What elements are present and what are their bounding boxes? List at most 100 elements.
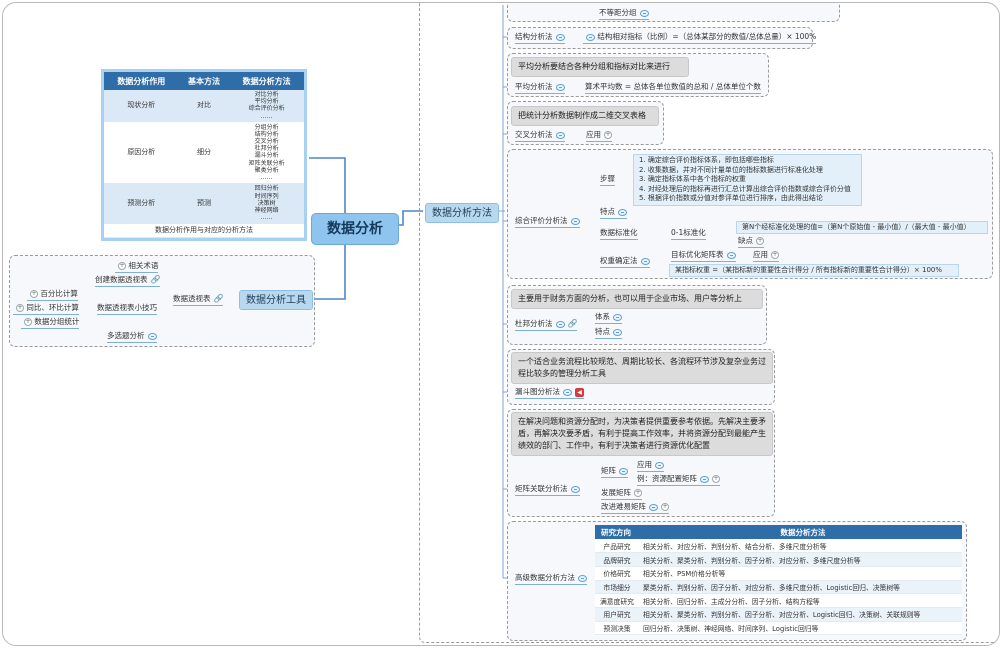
methods-topic[interactable]: 数据分析方法 [425, 203, 499, 223]
table-cell: 市场细分 [595, 580, 639, 595]
expand-icon[interactable]: + [771, 251, 779, 259]
note-icon[interactable] [649, 503, 658, 511]
note-icon[interactable] [613, 313, 622, 321]
note-icon[interactable] [700, 475, 709, 483]
note-icon[interactable] [618, 208, 627, 216]
cross-app-node[interactable]: 应用 + [586, 130, 612, 142]
tools-topic[interactable]: 数据分析工具 [239, 290, 313, 310]
comp-features-node[interactable]: 特点 [600, 207, 627, 219]
link-icon[interactable]: 🔗 [151, 275, 161, 285]
expand-icon[interactable]: + [712, 475, 720, 483]
note-icon[interactable] [570, 217, 580, 225]
percent-calc-node[interactable]: + 百分比计算 [27, 289, 78, 301]
table-cell: 预测分析 [104, 183, 179, 224]
note-icon[interactable] [726, 251, 736, 259]
note-icon[interactable] [655, 461, 664, 469]
goal-matrix-node[interactable]: 目标优化矩阵表 [671, 250, 736, 262]
node-label: 矩阵 [601, 466, 616, 475]
create-pivot-node[interactable]: 创建数据透视表 🔗 [95, 275, 161, 287]
note-icon[interactable] [555, 131, 565, 139]
node-label: 同比、环比计算 [26, 303, 79, 312]
expand-icon[interactable]: + [756, 237, 764, 245]
group-stat-node[interactable]: + 数据分组统计 [21, 317, 80, 329]
funnel-chart-icon[interactable]: ◀ [575, 387, 584, 397]
node-label: 应用 [753, 250, 768, 259]
node-label: 缺点 [738, 236, 753, 245]
expand-icon[interactable]: + [661, 503, 669, 511]
node-label: 应用 [637, 460, 652, 469]
method-item: 回归分析 [254, 185, 279, 193]
note-icon[interactable] [570, 485, 580, 493]
analysis-purpose-table: 数据分析作用 基本方法 数据分析方法 现状分析 对比 对比分析 平均分析 综合评… [101, 69, 307, 241]
expand-icon[interactable]: + [604, 131, 612, 139]
comprehensive-method-node[interactable]: 综合评价分析法 [515, 216, 580, 228]
table-cell: 用户研究 [595, 607, 639, 622]
table-cell: 品牌研究 [595, 552, 639, 567]
table-cell: 相关分析、对应分析、判别分析、结合分析、多维尺度分析等 [639, 539, 962, 554]
node-label: 改进难易矩阵 [601, 502, 646, 511]
matrix-app-node[interactable]: 应用 [637, 460, 664, 472]
node-label: 综合评价分析法 [515, 216, 568, 225]
normalize-node[interactable]: 数据标准化 [600, 228, 638, 240]
formula-text: 某指标权重 =（某指标新的重要性合计得分 / 所有指标新的重要性合计得分）× 1… [675, 266, 943, 274]
funnel-method-node[interactable]: 漏斗图分析法 ◀ [515, 387, 584, 399]
note-icon[interactable] [639, 9, 649, 17]
matrix-method-node[interactable]: 矩阵关联分析法 [515, 484, 580, 496]
zero-one-node[interactable]: 0-1标准化 [671, 228, 706, 240]
advanced-method-node[interactable]: 高级数据分析方法 [515, 573, 587, 585]
dupont-system-node[interactable]: 体系 [595, 312, 622, 324]
table-cell: 预测 [178, 183, 230, 224]
dev-matrix-node[interactable]: 发展矩阵 + [601, 488, 642, 500]
drawback-node[interactable]: 缺点 + [738, 236, 764, 248]
central-topic[interactable]: 数据分析 [311, 213, 399, 245]
note-icon[interactable] [640, 257, 650, 265]
note-icon[interactable] [619, 467, 628, 475]
link-icon[interactable]: 🔗 [214, 294, 224, 304]
link-icon[interactable]: 🔗 [568, 319, 578, 329]
cross-method-node[interactable]: 交叉分析法 [515, 130, 565, 142]
node-label: 0-1标准化 [671, 228, 706, 237]
note-icon[interactable] [555, 320, 565, 328]
expand-icon[interactable]: + [118, 262, 126, 270]
pivot-table-node[interactable]: 数据透视表 🔗 [173, 294, 224, 306]
method-item: …… [260, 112, 273, 120]
weight-node[interactable]: 权重确定法 [600, 256, 650, 268]
table-row: 预测决策 回归分析、决策树、神经网络、时间序列、Logistic回归等 [595, 621, 962, 636]
multi-choice-node[interactable]: 多选题分析 [107, 331, 157, 343]
table-cell: 回归分析、决策树、神经网络、时间序列、Logistic回归等 [639, 621, 962, 636]
weight-formula: 某指标权重 =（某指标新的重要性合计得分 / 所有指标新的重要性合计得分）× 1… [669, 264, 959, 277]
average-method-node[interactable]: 平均分析法 [515, 82, 565, 94]
table-row: 市场细分 聚类分析、判别分析、因子分析、对应分析、多维尺度分析、Logistic回… [595, 580, 962, 595]
matrix-node[interactable]: 矩阵 [601, 466, 628, 478]
expand-icon[interactable]: + [634, 489, 642, 497]
cross-callout: 把统计分析数据制作成二维交叉表格 [511, 106, 659, 126]
goal-app-node[interactable]: 应用 + [753, 250, 779, 262]
structure-method-node[interactable]: 结构分析法 [515, 32, 565, 44]
matrix-example-node[interactable]: 例：资源配置矩阵 + [637, 474, 720, 486]
note-icon[interactable] [563, 388, 572, 396]
node-label: 数据标准化 [600, 228, 638, 237]
method-item: 综合评价分析 [248, 105, 285, 113]
note-icon[interactable] [613, 328, 622, 336]
improve-matrix-node[interactable]: 改进难易矩阵 + [601, 502, 669, 514]
pivot-tips-node[interactable]: 数据透视表小技巧 [97, 303, 157, 315]
table-cell: 对比 [178, 90, 230, 122]
table-cell: 相关分析、聚类分析、判别分析、因子分析、对应分析、多维尺度分析等 [639, 552, 962, 567]
dupont-method-node[interactable]: 杜邦分析法 🔗 [515, 319, 578, 331]
yoy-calc-node[interactable]: + 同比、环比计算 [13, 303, 79, 315]
note-icon[interactable] [578, 574, 587, 582]
unequal-group-node[interactable]: 不等距分组 [599, 8, 649, 20]
note-icon[interactable] [147, 332, 157, 340]
node-label: 特点 [595, 327, 610, 336]
note-icon[interactable] [555, 83, 565, 91]
dupont-features-node[interactable]: 特点 [595, 327, 622, 339]
note-icon[interactable] [586, 33, 595, 41]
expand-icon[interactable]: + [24, 318, 32, 326]
method-item: 分组分析 [254, 123, 279, 131]
expand-icon[interactable]: + [30, 290, 38, 298]
node-label: 创建数据透视表 [95, 275, 148, 284]
expand-icon[interactable]: + [16, 304, 24, 312]
related-terms-node[interactable]: + 相关术语 [115, 261, 159, 273]
note-icon[interactable] [555, 33, 565, 41]
steps-node[interactable]: 步骤 [600, 174, 615, 186]
